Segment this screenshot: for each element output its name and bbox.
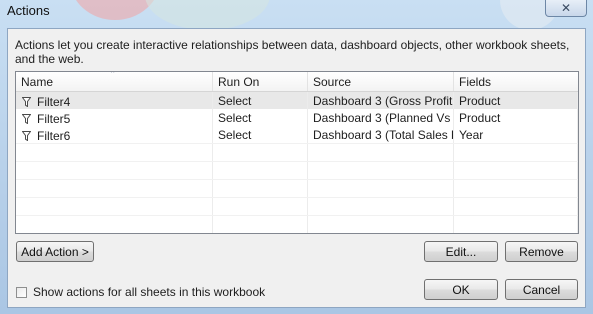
dialog-window: Actions ✕ Actions let you create interac…	[0, 0, 593, 314]
cell-source: Dashboard 3 (Gross Profit ...	[308, 92, 454, 109]
table-row[interactable]: Filter4 Select Dashboard 3 (Gross Profit .…	[16, 92, 578, 109]
description-text: Actions let you create interactive relat…	[15, 38, 570, 66]
action-name: Filter4	[37, 94, 71, 109]
show-all-sheets-checkbox[interactable]	[16, 286, 27, 298]
filter-icon	[22, 130, 31, 141]
dialog-body: Actions let you create interactive relat…	[7, 28, 586, 308]
show-all-sheets-label: Show actions for all sheets in this work…	[33, 285, 266, 299]
action-name: Filter6	[37, 128, 71, 143]
cell-name: Filter5	[16, 109, 213, 126]
show-all-sheets-option[interactable]: Show actions for all sheets in this work…	[16, 285, 265, 299]
table-row[interactable]: Filter6 Select Dashboard 3 (Total Sales b.…	[16, 126, 578, 143]
cell-source: Dashboard 3 (Planned Vs ...	[308, 109, 454, 126]
cell-fields: Product	[454, 109, 578, 126]
close-button[interactable]: ✕	[545, 0, 587, 17]
list-header: Name Run On Source Fields ^	[16, 72, 578, 92]
close-icon: ✕	[560, 0, 572, 15]
cell-run-on: Select	[213, 92, 308, 109]
add-action-button[interactable]: Add Action >	[16, 241, 94, 262]
remove-button[interactable]: Remove	[505, 241, 578, 262]
cell-name: Filter6	[16, 126, 213, 143]
empty-row	[16, 197, 578, 215]
table-row[interactable]: Filter5 Select Dashboard 3 (Planned Vs ...…	[16, 109, 578, 126]
empty-row	[16, 143, 578, 161]
ok-button[interactable]: OK	[424, 279, 498, 300]
empty-row	[16, 233, 578, 234]
edit-button[interactable]: Edit...	[424, 241, 498, 262]
filter-icon	[22, 113, 31, 124]
cell-source: Dashboard 3 (Total Sales b...	[308, 126, 454, 143]
cell-name: Filter4	[16, 92, 213, 109]
column-header-name[interactable]: Name	[16, 72, 213, 91]
empty-row	[16, 161, 578, 179]
empty-row	[16, 215, 578, 233]
cell-run-on: Select	[213, 126, 308, 143]
cell-fields: Year	[454, 126, 578, 143]
sort-ascending-icon: ^	[111, 71, 115, 77]
column-header-fields[interactable]: Fields	[454, 72, 578, 91]
filter-icon	[22, 96, 31, 107]
background-decoration	[145, 0, 270, 30]
window-title: Actions	[7, 3, 50, 18]
cancel-button[interactable]: Cancel	[505, 279, 578, 300]
cell-run-on: Select	[213, 109, 308, 126]
action-name: Filter5	[37, 111, 71, 126]
empty-row	[16, 179, 578, 197]
actions-list[interactable]: Name Run On Source Fields ^ Filter4 Selec…	[15, 71, 579, 234]
cell-fields: Product	[454, 92, 578, 109]
column-header-source[interactable]: Source	[308, 72, 454, 91]
column-header-run-on[interactable]: Run On	[213, 72, 308, 91]
